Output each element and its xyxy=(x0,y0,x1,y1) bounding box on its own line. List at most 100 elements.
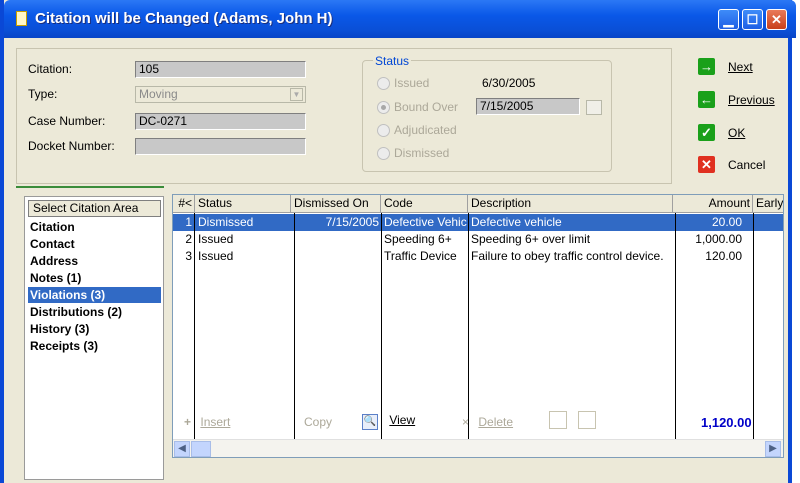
row-status: Dismissed xyxy=(198,215,254,229)
delete-x-icon: × xyxy=(462,415,470,429)
type-label: Type: xyxy=(28,87,58,101)
copy-button[interactable]: Copy xyxy=(304,415,332,429)
area-item-violations[interactable]: Violations (3) xyxy=(28,287,161,303)
status-legend: Status xyxy=(373,54,412,68)
case-number-label: Case Number: xyxy=(28,114,106,128)
area-item-history[interactable]: History (3) xyxy=(28,321,161,337)
previous-button[interactable]: ← Previous xyxy=(694,89,784,111)
ok-label: OK xyxy=(728,126,746,140)
area-item-contact[interactable]: Contact xyxy=(28,236,161,252)
row-amount: 120.00 xyxy=(705,249,742,263)
column-header-amount[interactable]: Amount xyxy=(673,195,753,213)
row-code: Traffic Device xyxy=(384,249,457,263)
calendar-icon[interactable] xyxy=(586,100,602,115)
row-amount: 20.00 xyxy=(711,215,742,229)
view-button[interactable]: 🔍 View xyxy=(362,413,415,430)
checkmark-icon: ✓ xyxy=(698,124,715,141)
row-code: Speeding 6+ xyxy=(384,232,452,246)
grid-column-divider xyxy=(753,213,754,439)
row-description: Speeding 6+ over limit xyxy=(471,232,591,246)
citation-dialog: Citation will be Changed (Adams, John H)… xyxy=(0,0,796,483)
ok-button[interactable]: ✓ OK xyxy=(694,122,784,144)
status-dismissed-label: Dismissed xyxy=(394,146,450,160)
insert-label: Insert xyxy=(200,415,231,429)
previous-label: Previous xyxy=(728,93,775,107)
column-header-number[interactable]: #< xyxy=(173,195,195,213)
cancel-label: Cancel xyxy=(728,158,766,172)
area-item-distributions[interactable]: Distributions (2) xyxy=(28,304,161,320)
scrollbar-thumb[interactable] xyxy=(191,441,211,457)
status-adjudicated-radio[interactable] xyxy=(377,124,390,137)
row-status: Issued xyxy=(198,232,234,246)
row-amount: 1,000.00 xyxy=(695,232,742,246)
total-amount: 1,120.00 xyxy=(701,415,752,430)
plus-icon: + xyxy=(184,415,192,429)
column-header-description[interactable]: Description xyxy=(468,195,673,213)
type-select[interactable]: Moving ▼ xyxy=(135,86,306,103)
column-header-early[interactable]: Early xyxy=(753,195,783,213)
window-title: Citation will be Changed (Adams, John H) xyxy=(35,10,333,27)
arrow-left-icon: ← xyxy=(698,91,715,108)
column-header-status[interactable]: Status xyxy=(195,195,291,213)
arrow-right-icon: → xyxy=(698,58,715,75)
docket-number-field[interactable] xyxy=(135,138,306,155)
row-dismissed-on xyxy=(295,248,381,265)
scroll-right-icon[interactable]: ▶ xyxy=(765,441,781,457)
column-header-dismissed-on[interactable]: Dismissed On xyxy=(291,195,381,213)
dialog-body: Citation: 105 Type: Moving ▼ Case Number… xyxy=(4,38,788,483)
document-icon xyxy=(16,11,27,26)
row-number: 1 xyxy=(185,215,192,229)
docket-number-label: Docket Number: xyxy=(28,139,115,153)
page-icon[interactable] xyxy=(549,411,567,429)
status-bound-over-label: Bound Over xyxy=(394,100,459,114)
column-header-code[interactable]: Code xyxy=(381,195,468,213)
area-list-header[interactable]: Select Citation Area xyxy=(28,200,161,217)
status-adjudicated-label: Adjudicated xyxy=(394,123,457,137)
grid-column-divider xyxy=(194,213,195,439)
next-label: Next xyxy=(728,60,753,74)
close-button[interactable]: ✕ xyxy=(766,9,787,30)
row-description: Defective vehicle xyxy=(471,215,562,229)
row-dismissed-on: 7/15/2005 xyxy=(325,215,379,229)
minimize-button[interactable]: ▁ xyxy=(718,9,739,30)
area-item-citation[interactable]: Citation xyxy=(28,219,161,235)
next-button[interactable]: → Next xyxy=(694,56,784,78)
citation-area-list: Select Citation Area Citation Contact Ad… xyxy=(24,196,164,480)
case-number-field[interactable]: DC-0271 xyxy=(135,113,306,130)
status-issued-label: Issued xyxy=(394,76,430,90)
insert-button[interactable]: + Insert xyxy=(184,415,230,429)
copy-label: Copy xyxy=(304,415,333,429)
row-code: Defective Vehic xyxy=(384,215,467,229)
status-issued-radio[interactable] xyxy=(377,77,390,90)
row-description: Failure to obey traffic control device. xyxy=(471,249,664,263)
citation-label: Citation: xyxy=(28,62,73,76)
minimize-icon: ▁ xyxy=(723,12,734,27)
cancel-button[interactable]: ✕ Cancel xyxy=(694,154,784,176)
row-status: Issued xyxy=(198,249,234,263)
area-item-address[interactable]: Address xyxy=(28,253,161,269)
maximize-button[interactable]: ☐ xyxy=(742,9,763,30)
chevron-down-icon[interactable]: ▼ xyxy=(290,88,303,101)
bound-over-date-field[interactable]: 7/15/2005 xyxy=(476,98,580,115)
citation-field[interactable]: 105 xyxy=(135,61,306,78)
title-bar[interactable]: Citation will be Changed (Adams, John H)… xyxy=(4,0,796,38)
view-label: View xyxy=(389,413,416,427)
maximize-icon: ☐ xyxy=(746,12,759,27)
delete-label: Delete xyxy=(478,415,514,429)
row-number: 2 xyxy=(185,232,192,246)
area-item-notes[interactable]: Notes (1) xyxy=(28,270,161,286)
row-dismissed-on xyxy=(295,231,381,248)
status-bound-over-radio[interactable] xyxy=(377,101,390,114)
page-icon[interactable] xyxy=(578,411,596,429)
scroll-left-icon[interactable]: ◀ xyxy=(174,441,190,457)
horizontal-scrollbar[interactable]: ◀ ▶ xyxy=(173,439,783,457)
close-icon: ✕ xyxy=(771,12,782,27)
row-number: 3 xyxy=(185,249,192,263)
status-issued-date: 6/30/2005 xyxy=(482,76,536,90)
type-value: Moving xyxy=(139,87,178,101)
delete-button[interactable]: × Delete xyxy=(462,415,513,429)
x-icon: ✕ xyxy=(698,156,715,173)
status-dismissed-radio[interactable] xyxy=(377,147,390,160)
magnifier-icon: 🔍 xyxy=(362,414,378,430)
area-item-receipts[interactable]: Receipts (3) xyxy=(28,338,161,354)
